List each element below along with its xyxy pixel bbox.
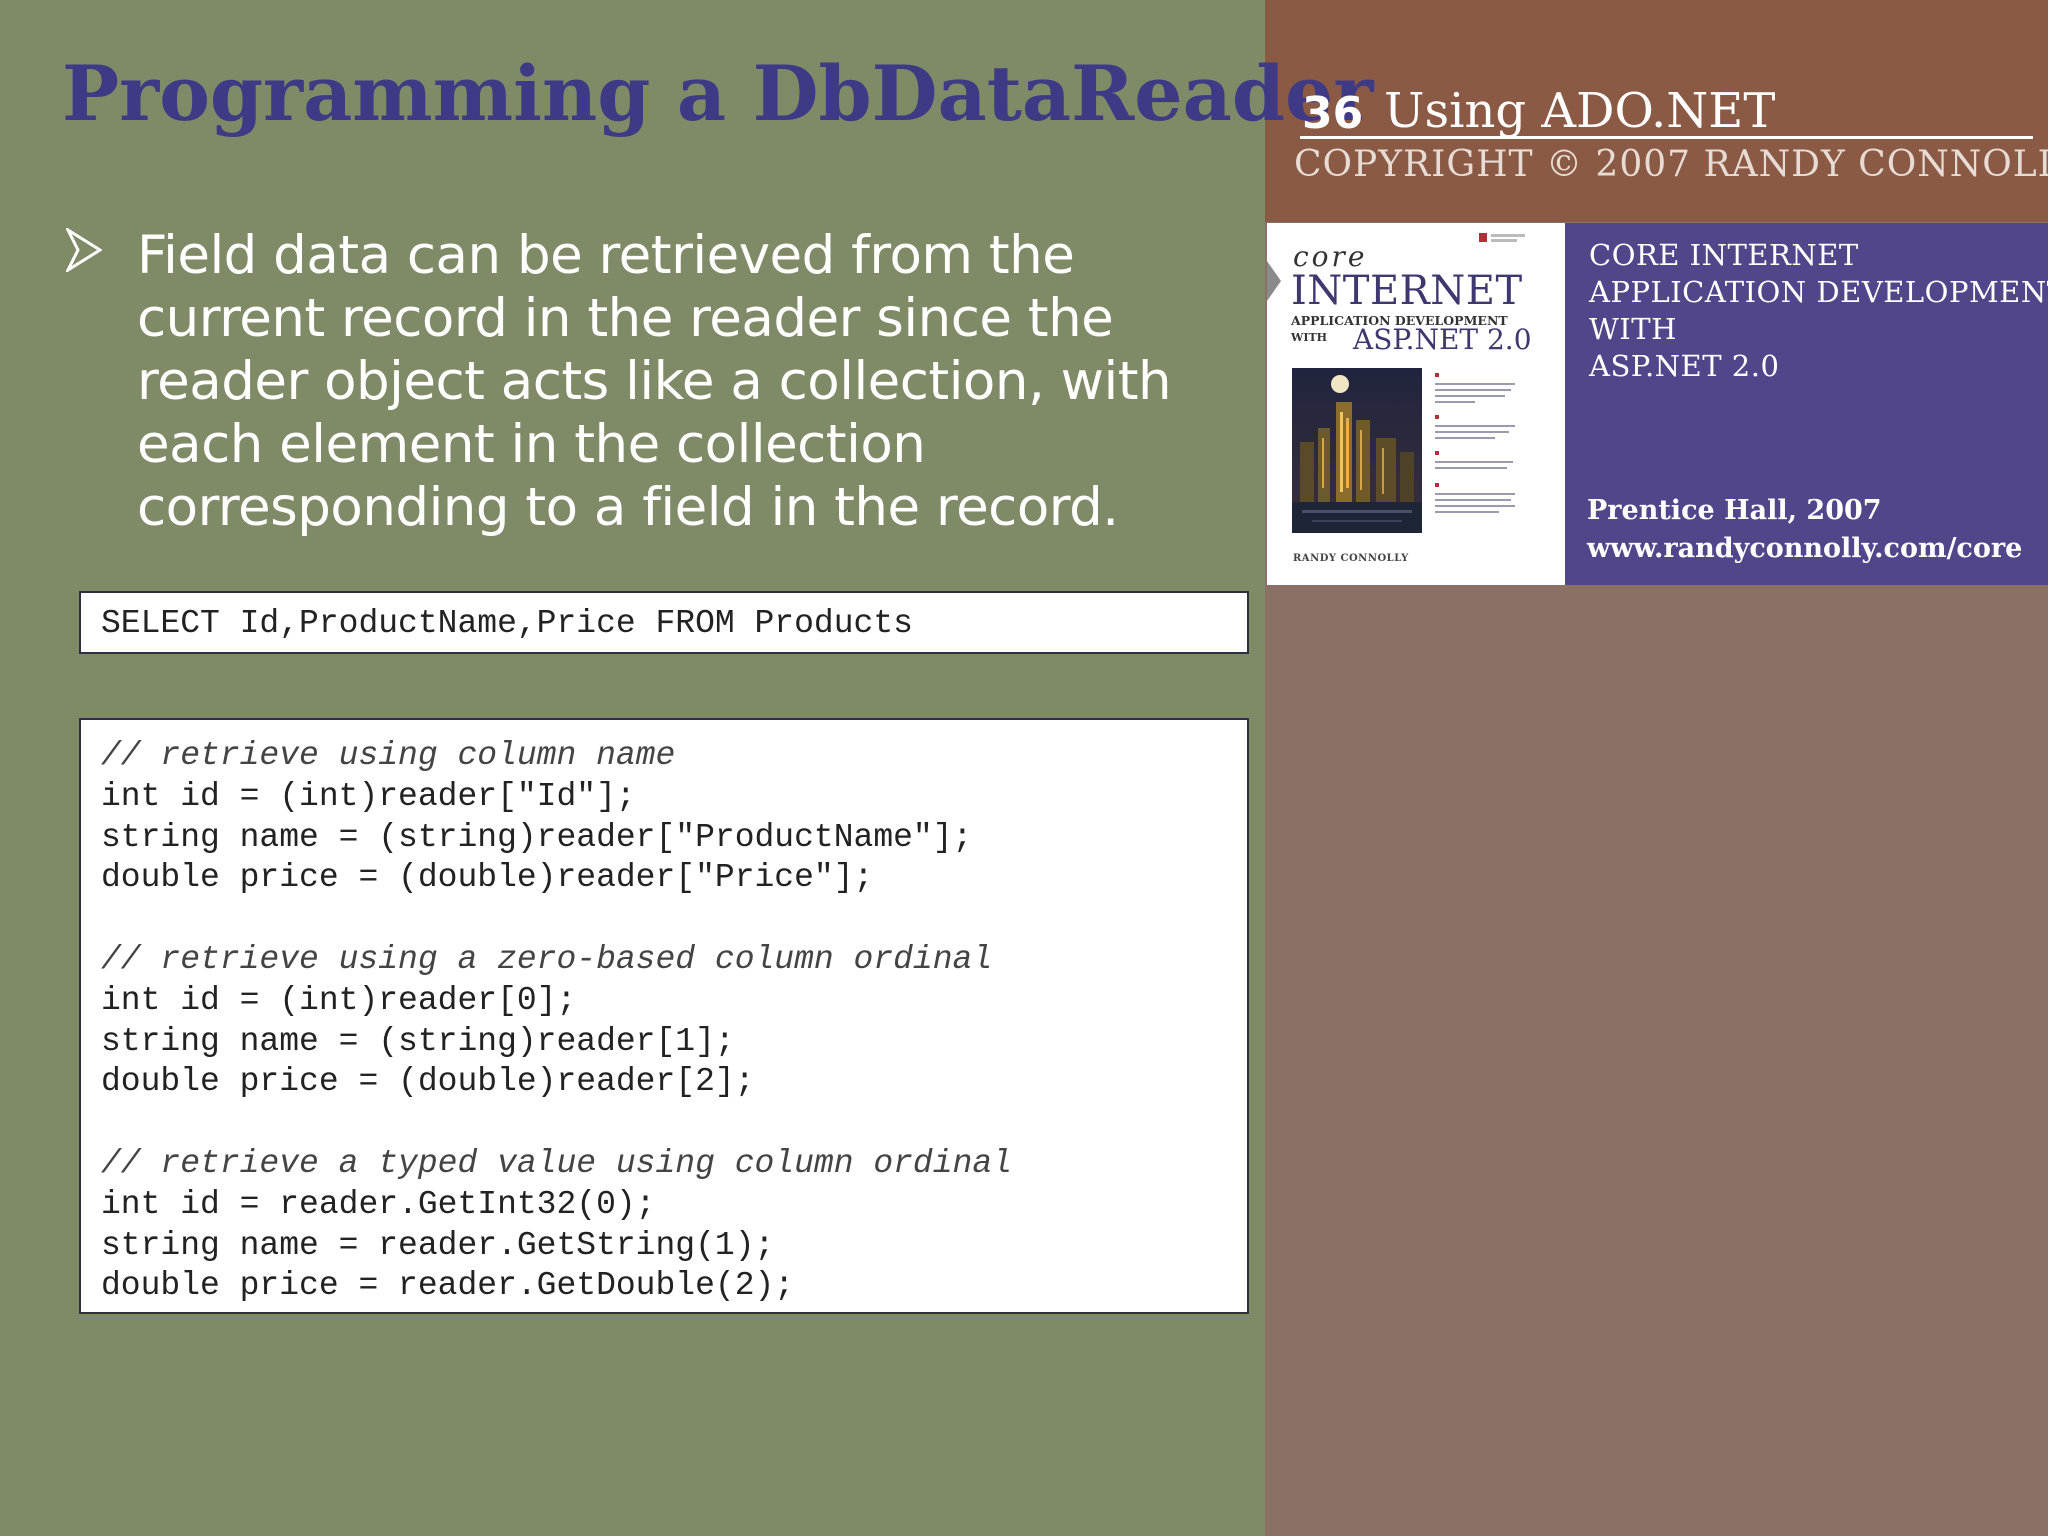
cover-arrow-icon [1267,261,1281,301]
cover-author: RANDY CONNOLLY [1293,553,1409,564]
code-line: double price = reader.GetDouble(2); [101,1267,795,1305]
code-line: int id = reader.GetInt32(0); [101,1185,656,1223]
cover-title: INTERNET [1291,268,1523,314]
book-cover: core INTERNET APPLICATION DEVELOPMENT WI… [1267,223,1565,585]
code-line: double price = (double)reader[2]; [101,1063,755,1101]
header-divider [1300,136,2033,139]
code-line: int id = (int)reader[0]; [101,981,577,1019]
book-info-line: WITH [1589,312,1677,346]
book-info-panel: CORE INTERNET APPLICATION DEVELOPMENT WI… [1565,223,2048,585]
copyright-text: COPYRIGHT © 2007 RANDY CONNOLLY [1294,144,2048,185]
publisher-text: Prentice Hall, 2007 [1587,495,1882,526]
code-line: // retrieve a typed value using column o… [101,1144,1012,1182]
code-block: // retrieve using column name int id = (… [79,718,1249,1314]
code-line: // retrieve using column name [101,737,676,774]
book-info-title: CORE INTERNET APPLICATION DEVELOPMENT WI… [1589,237,2048,385]
publisher-logo-icon [1479,233,1525,242]
city-skyline-image [1292,368,1422,533]
sql-query: SELECT Id,ProductName,Price FROM Product… [101,605,913,642]
bullet-text: Field data can be retrieved from the cur… [137,225,1172,538]
sql-box: SELECT Id,ProductName,Price FROM Product… [79,591,1249,654]
book-info-line: APPLICATION DEVELOPMENT [1589,275,2048,309]
book-info-line: ASP.NET 2.0 [1589,349,1780,383]
arrow-bullet-icon [66,228,102,272]
code-line: int id = (int)reader["Id"]; [101,777,636,815]
cover-with: WITH [1291,331,1328,344]
slide-number: 36 [1302,88,1364,139]
cover-technology: ASP.NET 2.0 [1353,323,1532,356]
code-line: string name = (string)reader["ProductNam… [101,818,973,856]
website-link[interactable]: www.randyconnolly.com/core [1587,531,2022,567]
cover-blurb-lines [1435,373,1515,513]
code-line: string name = (string)reader[1]; [101,1022,735,1060]
book-info-line: CORE INTERNET [1589,238,1859,272]
slide-title: Programming a DbDataReader [62,49,1374,138]
code-line: double price = (double)reader["Price"]; [101,859,874,897]
code-line: string name = reader.GetString(1); [101,1226,775,1264]
section-title: Using ADO.NET [1384,83,1776,139]
code-lines: // retrieve using column name int id = (… [101,736,1012,1307]
code-line: // retrieve using a zero-based column or… [101,940,993,978]
